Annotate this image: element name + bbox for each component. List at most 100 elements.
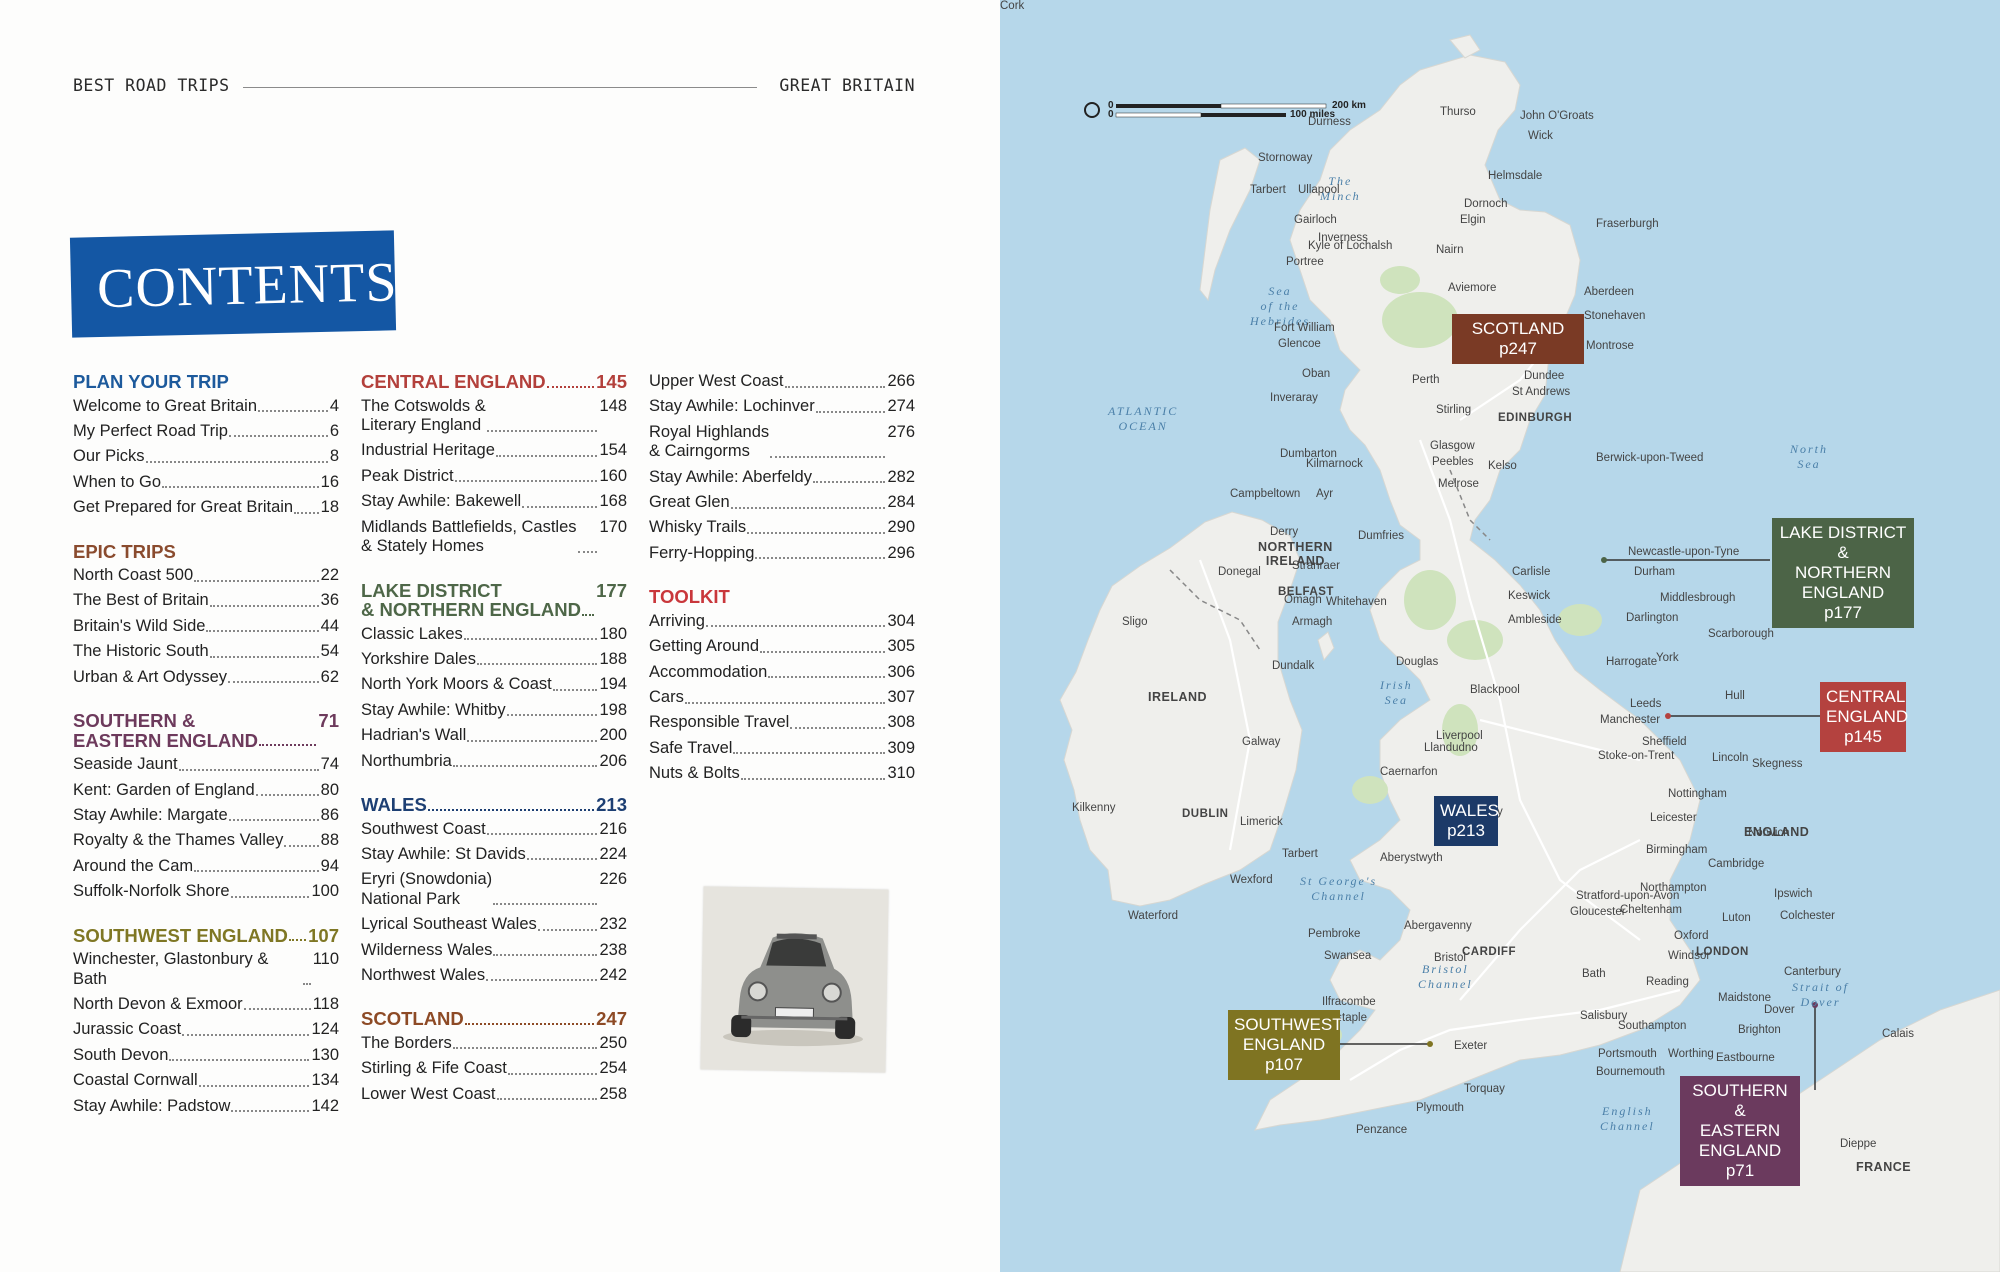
entry-page-number: 304	[887, 611, 915, 630]
entry-title: South Devon	[73, 1045, 169, 1064]
toc-entry[interactable]: Stay Awhile: Padstow 142	[73, 1097, 339, 1117]
toc-section-heading[interactable]: LAKE DISTRICT & NORTHERN ENGLAND 177	[361, 580, 627, 620]
toc-entry[interactable]: South Devon 130	[73, 1046, 339, 1066]
entry-page-number: 62	[320, 667, 339, 686]
toc-entry[interactable]: Hadrian's Wall 200	[361, 726, 627, 746]
city-label: Berwick-upon-Tweed	[1596, 452, 1704, 464]
entry-title: Yorkshire Dales	[361, 649, 476, 668]
city-label: Douglas	[1396, 656, 1439, 668]
dot-leader	[790, 713, 886, 729]
toc-entry[interactable]: Ferry-Hopping 296	[649, 544, 915, 564]
sea-label-bristol: Bristol Channel	[1418, 962, 1473, 991]
toc-entry[interactable]: Great Glen 284	[649, 493, 915, 513]
dot-leader	[784, 372, 886, 388]
dot-leader	[495, 441, 598, 457]
toc-entry[interactable]: Stay Awhile: Aberfeldy 282	[649, 468, 915, 488]
toc-entry[interactable]: Britain's Wild Side 44	[73, 617, 339, 637]
toc-entry[interactable]: Accommodation 306	[649, 663, 915, 683]
toc-entry[interactable]: Stay Awhile: Bakewell 168	[361, 492, 627, 512]
toc-entry[interactable]: Kent: Garden of England 80	[73, 781, 339, 801]
toc-section-heading[interactable]: TOOLKIT	[649, 587, 915, 607]
city-label: Stornoway	[1258, 152, 1313, 164]
toc-entry[interactable]: Suffolk-Norfolk Shore 100	[73, 882, 339, 902]
entry-page-number: 124	[311, 1020, 339, 1039]
toc-entry[interactable]: Urban & Art Odyssey 62	[73, 668, 339, 688]
toc-entry[interactable]: North York Moors & Coast 194	[361, 675, 627, 695]
toc-section-heading[interactable]: EPIC TRIPS	[73, 542, 339, 562]
region-box-central[interactable]: CENTRAL ENGLAND p145	[1820, 682, 1908, 752]
toc-entry[interactable]: Eryri (Snowdonia) National Park 226	[361, 870, 627, 909]
toc-entry[interactable]: Stay Awhile: Lochinver 274	[649, 397, 915, 417]
toc-entry[interactable]: Coastal Cornwall 134	[73, 1071, 339, 1091]
toc-entry[interactable]: Getting Around 305	[649, 637, 915, 657]
toc-entry[interactable]: Classic Lakes 180	[361, 625, 627, 645]
toc-entry[interactable]: Arriving 304	[649, 612, 915, 632]
toc-entry[interactable]: Welcome to Great Britain 4	[73, 397, 339, 417]
city-label: Skegness	[1752, 758, 1803, 770]
toc-entry[interactable]: Stay Awhile: Margate 86	[73, 806, 339, 826]
toc-entry[interactable]: Lyrical Southeast Wales 232	[361, 915, 627, 935]
city-label: LONDON	[1696, 946, 1749, 958]
toc-entry[interactable]: Cars 307	[649, 688, 915, 708]
toc-entry[interactable]: North Coast 500 22	[73, 566, 339, 586]
toc-entry[interactable]: The Best of Britain 36	[73, 591, 339, 611]
toc-entry[interactable]: Southwest Coast 216	[361, 820, 627, 840]
toc-entry[interactable]: Our Picks 8	[73, 447, 339, 467]
toc-section-heading[interactable]: SOUTHERN & EASTERN ENGLAND 71	[73, 711, 339, 750]
toc-entry[interactable]: The Borders 250	[361, 1034, 627, 1054]
toc-entry[interactable]: Safe Travel 309	[649, 739, 915, 759]
entry-title: Safe Travel	[649, 738, 733, 757]
toc-entry[interactable]: Get Prepared for Great Britain 18	[73, 498, 339, 518]
region-box-southern[interactable]: SOUTHERN & EASTERN ENGLAND p71	[1680, 1076, 1800, 1186]
toc-entry[interactable]: Winchester, Glastonbury & Bath 110	[73, 950, 339, 989]
dot-leader	[427, 795, 595, 811]
toc-entry[interactable]: Industrial Heritage 154	[361, 441, 627, 461]
toc-entry[interactable]: Jurassic Coast 124	[73, 1020, 339, 1040]
toc-section-heading[interactable]: SCOTLAND 247	[361, 1009, 627, 1029]
contents-title: CONTENTS	[96, 251, 399, 321]
entry-page-number: 16	[320, 472, 339, 491]
toc-entry[interactable]: Stay Awhile: St Davids 224	[361, 845, 627, 865]
toc-section-heading[interactable]: SOUTHWEST ENGLAND 107	[73, 926, 339, 946]
dot-leader	[209, 642, 319, 658]
toc-entry[interactable]: Midlands Battlefields, Castles & Stately…	[361, 518, 627, 557]
region-box-southwest[interactable]: SOUTHWEST ENGLAND p107	[1228, 1010, 1343, 1080]
entry-title: Northwest Wales	[361, 965, 486, 984]
toc-section-heading[interactable]: PLAN YOUR TRIP	[73, 372, 339, 392]
toc-entry[interactable]: Lower West Coast 258	[361, 1085, 627, 1105]
toc-entry[interactable]: Northwest Wales 242	[361, 966, 627, 986]
toc-entry[interactable]: Responsible Travel 308	[649, 713, 915, 733]
toc-section-heading[interactable]: WALES 213	[361, 795, 627, 815]
toc-entry[interactable]: Wilderness Wales 238	[361, 941, 627, 961]
region-box-lake[interactable]: LAKE DISTRICT & NORTHERN ENGLAND p177	[1772, 518, 1914, 628]
toc-entry[interactable]: Royal Highlands & Cairngorms 276	[649, 423, 915, 462]
city-label: Liverpool	[1436, 730, 1483, 742]
section-page-number: 213	[596, 794, 627, 816]
entry-page-number: 206	[599, 751, 627, 770]
city-label: Kilkenny	[1072, 802, 1116, 814]
entry-title: The Best of Britain	[73, 591, 209, 610]
toc-entry[interactable]: Nuts & Bolts 310	[649, 764, 915, 784]
toc-entry[interactable]: Seaside Jaunt 74	[73, 755, 339, 775]
toc-entry[interactable]: My Perfect Road Trip 6	[73, 422, 339, 442]
city-label: Darlington	[1626, 612, 1679, 624]
entry-page-number: 266	[887, 372, 915, 390]
dot-leader	[522, 492, 598, 508]
toc-entry[interactable]: North Devon & Exmoor 118	[73, 995, 339, 1015]
toc-entry[interactable]: Peak District 160	[361, 467, 627, 487]
region-box-wales[interactable]: WALES p213	[1434, 796, 1499, 846]
toc-entry[interactable]: The Cotswolds & Literary England 148	[361, 397, 627, 436]
toc-entry[interactable]: Around the Cam 94	[73, 857, 339, 877]
toc-entry[interactable]: Stay Awhile: Whitby 198	[361, 701, 627, 721]
toc-entry[interactable]: Whisky Trails 290	[649, 518, 915, 538]
toc-entry[interactable]: When to Go 16	[73, 473, 339, 493]
sea-label-channel: English Channel	[1600, 1104, 1655, 1133]
toc-entry[interactable]: Royalty & the Thames Valley 88	[73, 831, 339, 851]
toc-entry[interactable]: Yorkshire Dales 188	[361, 650, 627, 670]
toc-entry[interactable]: Northumbria 206	[361, 752, 627, 772]
toc-entry[interactable]: The Historic South 54	[73, 642, 339, 662]
toc-entry[interactable]: Upper West Coast 266	[649, 372, 915, 392]
toc-section-heading[interactable]: CENTRAL ENGLAND 145	[361, 372, 627, 392]
toc-entry[interactable]: Stirling & Fife Coast 254	[361, 1059, 627, 1079]
region-box-scotland[interactable]: SCOTLAND p247	[1452, 314, 1584, 364]
